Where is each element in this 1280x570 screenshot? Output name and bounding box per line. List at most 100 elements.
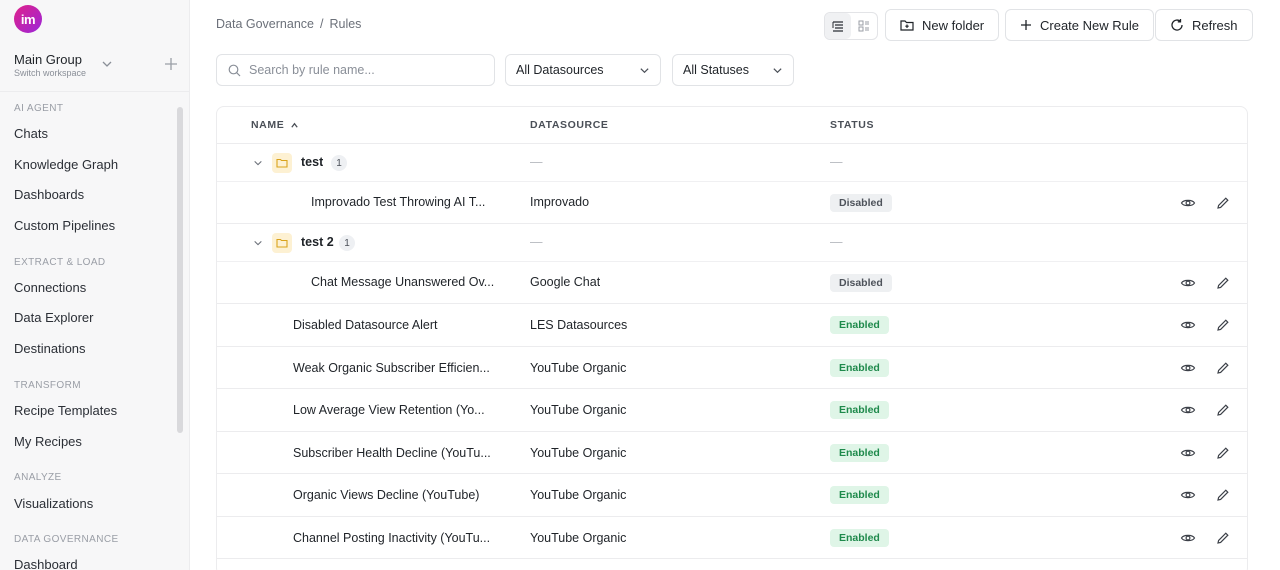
datasource-empty: — [530, 235, 543, 249]
edit-pencil-icon[interactable] [1215, 195, 1231, 211]
folder-row[interactable]: test 2 1 — — [217, 224, 1247, 262]
folder-count-badge: 1 [339, 235, 355, 251]
eye-icon[interactable] [1180, 360, 1196, 376]
eye-icon[interactable] [1180, 487, 1196, 503]
status-empty: — [830, 155, 843, 169]
edit-pencil-icon[interactable] [1215, 445, 1231, 461]
sidebar-item-my-recipes[interactable]: My Recipes [14, 434, 82, 449]
sidebar-item-custom-pipelines[interactable]: Custom Pipelines [14, 218, 115, 233]
chevron-down-icon[interactable] [253, 238, 263, 248]
plus-icon [1021, 20, 1031, 30]
column-header-name-label: NAME [251, 119, 285, 131]
main-content: Data Governance / Rules New folder Creat… [190, 0, 1280, 570]
tree-view-button[interactable] [825, 13, 851, 39]
sidebar-item-dashboards[interactable]: Dashboards [14, 187, 84, 202]
datasource-filter-value: All Datasources [516, 63, 604, 77]
search-input[interactable] [249, 55, 489, 85]
eye-icon[interactable] [1180, 402, 1196, 418]
status-badge: Enabled [830, 316, 889, 334]
add-workspace-icon[interactable] [164, 57, 178, 71]
sidebar-item-data-explorer[interactable]: Data Explorer [14, 310, 93, 325]
eye-icon[interactable] [1180, 530, 1196, 546]
refresh-button[interactable]: Refresh [1155, 9, 1253, 41]
table-row[interactable]: Chat Message Unanswered Ov... Google Cha… [217, 262, 1247, 304]
status-badge: Enabled [830, 359, 889, 377]
edit-pencil-icon[interactable] [1215, 360, 1231, 376]
rule-datasource: YouTube Organic [530, 531, 627, 545]
new-folder-button[interactable]: New folder [885, 9, 1000, 41]
rule-name: Organic Views Decline (YouTube) [293, 488, 480, 502]
status-empty: — [830, 235, 843, 249]
section-transform: TRANSFORM [14, 380, 81, 391]
column-header-name[interactable]: NAME [251, 119, 299, 131]
breadcrumb-separator: / [319, 17, 324, 31]
list-tree-icon [832, 21, 843, 32]
status-badge: Enabled [830, 444, 889, 462]
sidebar-item-connections[interactable]: Connections [14, 280, 86, 295]
table-row[interactable]: Low Average View Retention (Yo... YouTub… [217, 389, 1247, 432]
folder-icon [272, 233, 292, 253]
eye-icon[interactable] [1180, 195, 1196, 211]
breadcrumb-current: Rules [329, 17, 362, 31]
section-ai-agent: AI AGENT [14, 103, 64, 114]
rule-datasource: Improvado [530, 195, 590, 209]
sidebar-item-knowledge-graph[interactable]: Knowledge Graph [14, 157, 118, 172]
table-row[interactable]: Disabled Datasource Alert LES Datasource… [217, 304, 1247, 347]
grid-view-button[interactable] [851, 13, 877, 39]
rule-datasource: YouTube Organic [530, 488, 627, 502]
edit-pencil-icon[interactable] [1215, 317, 1231, 333]
breadcrumb: Data Governance / Rules [216, 17, 361, 31]
status-filter-value: All Statuses [683, 63, 750, 77]
folder-count-badge: 1 [331, 155, 347, 171]
sidebar-item-recipe-templates[interactable]: Recipe Templates [14, 403, 117, 418]
status-filter-select[interactable]: All Statuses [672, 54, 794, 86]
status-badge: Disabled [830, 274, 892, 292]
status-badge: Enabled [830, 529, 889, 547]
rule-datasource: LES Datasources [530, 318, 628, 332]
table-row[interactable]: Organic Views Decline (YouTube) YouTube … [217, 474, 1247, 517]
workspace-switcher[interactable]: Main Group Switch workspace [14, 52, 180, 84]
edit-pencil-icon[interactable] [1215, 402, 1231, 418]
folder-row[interactable]: test 1 — — [217, 144, 1247, 182]
edit-pencil-icon[interactable] [1215, 275, 1231, 291]
chevron-down-icon [773, 67, 782, 73]
workspace-subtitle: Switch workspace [14, 68, 87, 78]
rule-name: Low Average View Retention (Yo... [293, 403, 485, 417]
refresh-label: Refresh [1192, 17, 1238, 33]
column-header-datasource: DATASOURCE [530, 119, 609, 131]
sidebar-item-chats[interactable]: Chats [14, 126, 48, 141]
sidebar-item-destinations[interactable]: Destinations [14, 341, 86, 356]
status-badge: Enabled [830, 401, 889, 419]
sidebar-item-dashboard[interactable]: Dashboard [14, 557, 78, 570]
status-badge: Disabled [830, 194, 892, 212]
eye-icon[interactable] [1180, 317, 1196, 333]
rule-datasource: YouTube Organic [530, 361, 627, 375]
table-row[interactable]: Weak Organic Subscriber Efficien... YouT… [217, 347, 1247, 389]
section-extract-load: EXTRACT & LOAD [14, 257, 106, 268]
create-new-rule-label: Create New Rule [1040, 17, 1139, 33]
eye-icon[interactable] [1180, 445, 1196, 461]
table-row[interactable]: Channel Posting Inactivity (YouTu... You… [217, 517, 1247, 559]
table-header: NAME DATASOURCE STATUS [217, 107, 1247, 144]
rules-table: NAME DATASOURCE STATUS test 1 — — Improv… [216, 106, 1248, 570]
sidebar-item-visualizations[interactable]: Visualizations [14, 496, 93, 511]
eye-icon[interactable] [1180, 275, 1196, 291]
table-row[interactable]: Subscriber Health Decline (YouTu... YouT… [217, 432, 1247, 474]
table-row[interactable]: Improvado Test Throwing AI T... Improvad… [217, 182, 1247, 224]
app-logo[interactable]: im [14, 5, 42, 33]
datasource-filter-select[interactable]: All Datasources [505, 54, 661, 86]
rule-name: Subscriber Health Decline (YouTu... [293, 446, 491, 460]
edit-pencil-icon[interactable] [1215, 530, 1231, 546]
breadcrumb-parent[interactable]: Data Governance [216, 17, 314, 31]
rule-name: Channel Posting Inactivity (YouTu... [293, 531, 491, 545]
rule-datasource: YouTube Organic [530, 403, 627, 417]
create-new-rule-button[interactable]: Create New Rule [1005, 9, 1154, 41]
divider [0, 91, 189, 92]
edit-pencil-icon[interactable] [1215, 487, 1231, 503]
folder-name: test 2 [301, 235, 334, 249]
folder-plus-icon [900, 20, 914, 31]
rule-name: Weak Organic Subscriber Efficien... [293, 361, 490, 375]
sidebar-scrollbar[interactable] [177, 107, 183, 433]
refresh-icon [1171, 19, 1183, 31]
chevron-down-icon[interactable] [253, 158, 263, 168]
